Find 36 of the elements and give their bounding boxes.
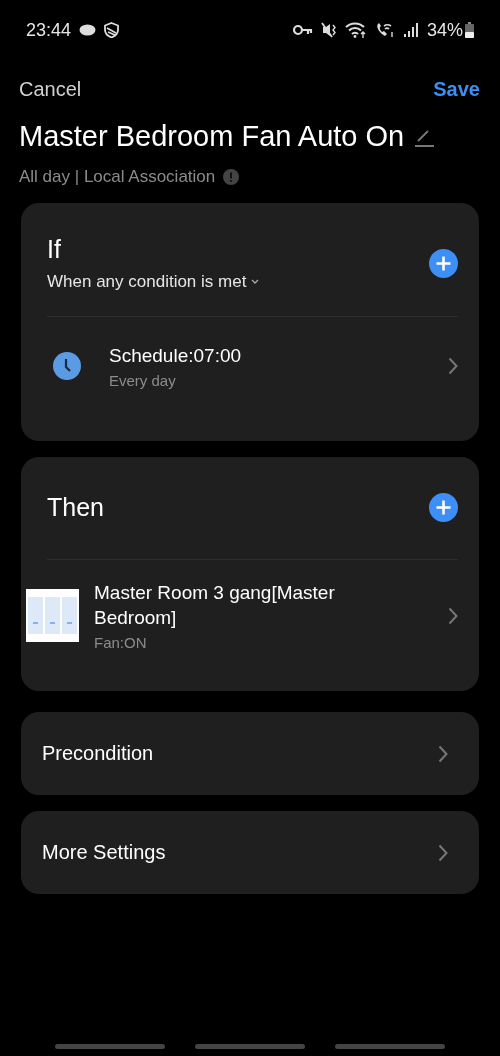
section-title: If	[47, 235, 62, 264]
automation-title: Master Bedroom Fan Auto On	[19, 120, 405, 153]
item-title[interactable]: Master Room 3 gang[Master Bedroom]	[94, 580, 418, 630]
settings-row[interactable]: Precondition	[21, 712, 479, 795]
chevron-right-icon	[448, 606, 458, 625]
info-icon[interactable]	[223, 169, 240, 185]
item-subtitle: Fan:ON	[94, 634, 148, 651]
item-title[interactable]: Schedule:07:00	[109, 343, 418, 368]
key-icon	[292, 24, 313, 36]
automation-subtitle: All day | Local Association	[19, 167, 216, 187]
wifi-icon	[344, 22, 367, 38]
navigation-handle[interactable]	[195, 1044, 305, 1049]
shield-icon	[104, 22, 120, 38]
section-title: Then	[47, 492, 104, 522]
navigation-handle[interactable]	[335, 1044, 445, 1049]
clock-icon	[53, 352, 81, 380]
add-icon[interactable]	[429, 249, 458, 278]
chevron-right-icon	[438, 744, 448, 763]
chevron-right-icon	[448, 357, 458, 375]
match-dropdown[interactable]: When any condition is met	[47, 272, 260, 292]
item-subtitle: Every day	[109, 372, 177, 389]
cancel-button[interactable]: Cancel	[19, 77, 82, 101]
cloud-icon	[79, 24, 97, 36]
add-icon[interactable]	[429, 492, 458, 522]
battery-icon	[465, 22, 474, 38]
wifi-calling-icon	[374, 22, 395, 38]
navigation-handle[interactable]	[55, 1044, 165, 1049]
save-button[interactable]: Save	[433, 77, 480, 101]
battery-percentage: 34%	[426, 19, 463, 41]
switch-panel-icon	[26, 589, 79, 642]
caret-down-icon	[251, 279, 260, 285]
clock-time: 23:44	[26, 19, 72, 41]
signal-icon	[402, 22, 419, 38]
chevron-right-icon	[438, 843, 448, 862]
mute-vibrate-icon	[320, 22, 337, 38]
settings-row[interactable]: More Settings	[21, 811, 479, 894]
